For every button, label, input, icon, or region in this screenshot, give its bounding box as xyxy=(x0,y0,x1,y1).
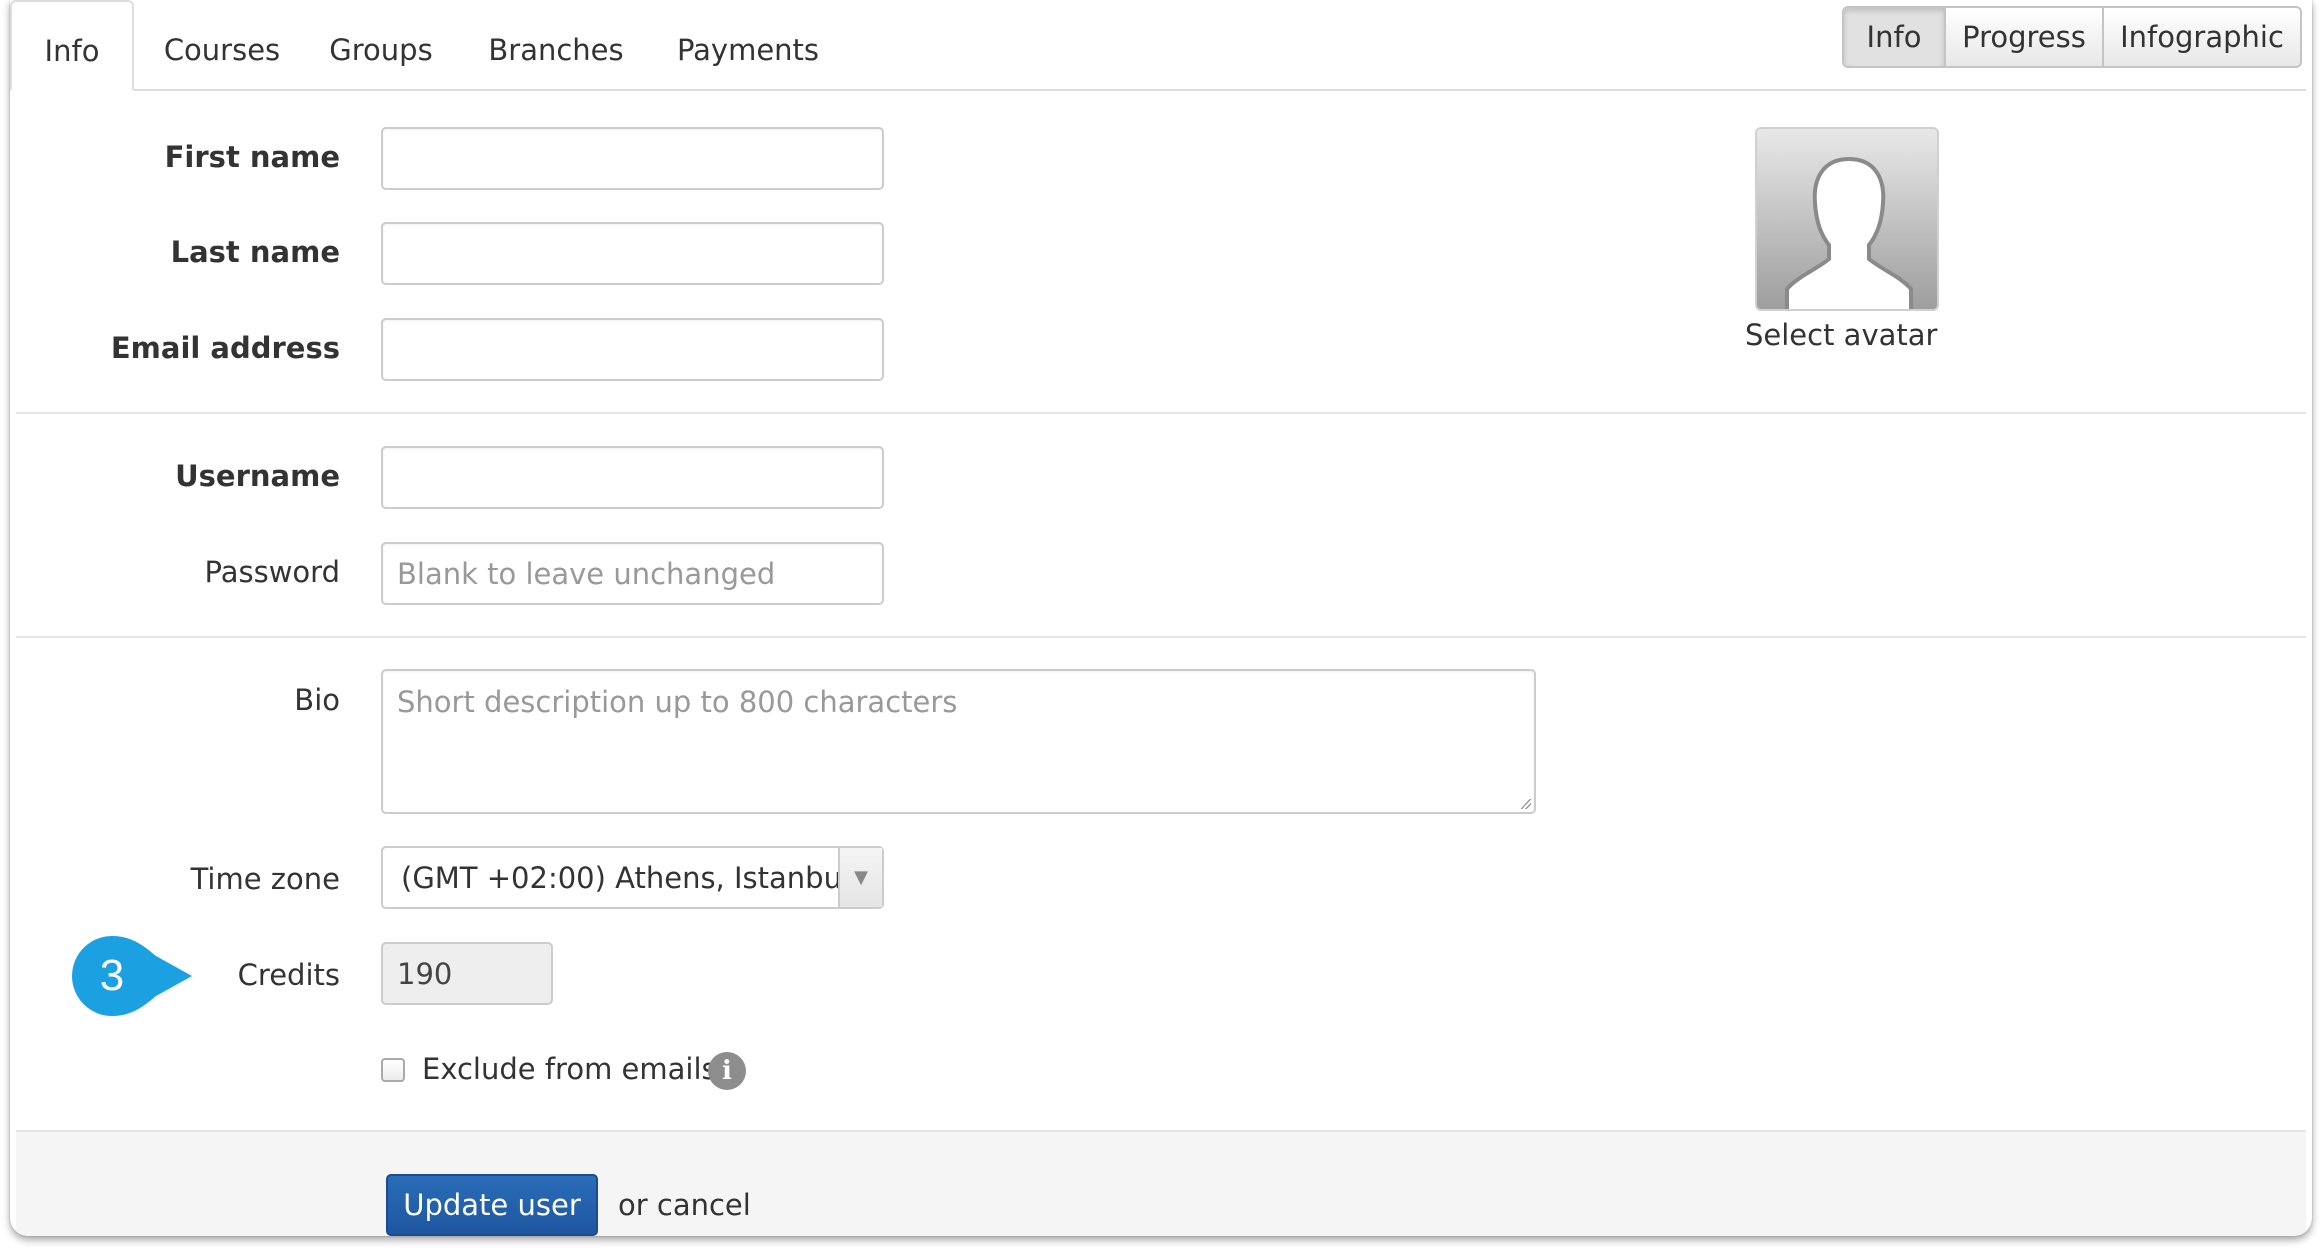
user-edit-panel: Info Courses Groups Branches Payments In… xyxy=(10,0,2312,1236)
tab-branches[interactable]: Branches xyxy=(466,0,646,90)
bio-placeholder: Short description up to 800 characters xyxy=(397,685,958,719)
tab-courses[interactable]: Courses xyxy=(148,0,296,90)
credits-input[interactable]: 190 xyxy=(381,942,553,1005)
update-user-button[interactable]: Update user xyxy=(386,1174,598,1236)
timezone-value: (GMT +02:00) Athens, Istanbu... xyxy=(401,860,870,895)
form-actions: Update user or cancel xyxy=(16,1130,2306,1236)
username-input[interactable] xyxy=(381,446,884,509)
last-name-label: Last name xyxy=(170,235,340,269)
tab-groups[interactable]: Groups xyxy=(310,0,452,90)
chevron-down-icon[interactable]: ▼ xyxy=(838,848,882,907)
timezone-select[interactable]: (GMT +02:00) Athens, Istanbu... ▼ xyxy=(381,846,884,909)
resize-grip-icon[interactable] xyxy=(1521,799,1531,809)
select-avatar-link[interactable]: Select avatar xyxy=(1745,318,1937,352)
view-infographic-button[interactable]: Infographic xyxy=(2102,8,2300,66)
last-name-input[interactable] xyxy=(381,222,884,285)
tab-payments[interactable]: Payments xyxy=(660,0,836,90)
section-divider xyxy=(16,412,2306,414)
view-info-button[interactable]: Info xyxy=(1844,8,1944,66)
first-name-label: First name xyxy=(164,140,340,174)
first-name-input[interactable] xyxy=(381,127,884,190)
exclude-emails-checkbox[interactable] xyxy=(381,1058,405,1082)
credits-label: Credits xyxy=(237,958,340,992)
avatar-image[interactable] xyxy=(1755,127,1939,311)
username-label: Username xyxy=(175,459,340,493)
info-icon[interactable]: i xyxy=(708,1052,746,1090)
bio-label: Bio xyxy=(294,683,340,717)
exclude-emails-label[interactable]: Exclude from emails xyxy=(422,1052,717,1086)
password-input[interactable]: Blank to leave unchanged xyxy=(381,542,884,605)
view-progress-button[interactable]: Progress xyxy=(1944,8,2102,66)
bio-textarea[interactable]: Short description up to 800 characters xyxy=(381,669,1536,814)
password-label: Password xyxy=(204,555,340,589)
section-divider xyxy=(16,636,2306,638)
timezone-label: Time zone xyxy=(190,862,340,896)
email-label: Email address xyxy=(110,331,340,365)
view-toggle-group: Info Progress Infographic xyxy=(1842,6,2302,68)
email-input[interactable] xyxy=(381,318,884,381)
tab-info[interactable]: Info xyxy=(10,0,134,91)
cancel-link[interactable]: or cancel xyxy=(618,1188,751,1222)
user-silhouette-icon xyxy=(1785,156,1913,309)
